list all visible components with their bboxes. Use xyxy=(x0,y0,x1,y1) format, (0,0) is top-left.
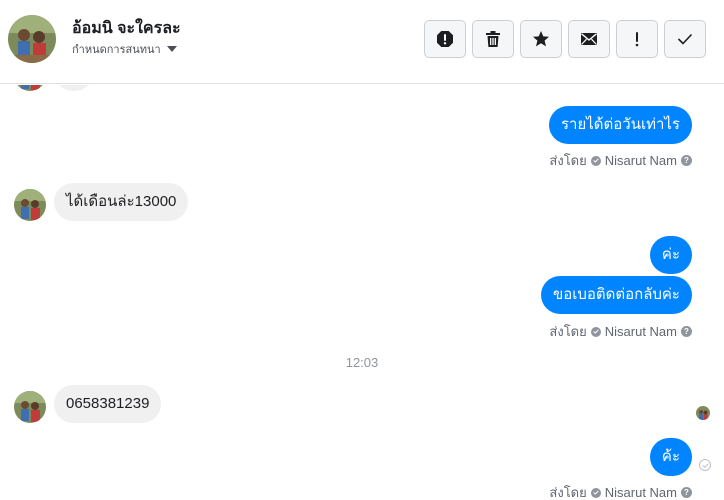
verified-check-icon xyxy=(590,155,601,166)
conversation-options-label: กำหนดการสนทนา xyxy=(72,44,161,56)
message-bubble-incoming-partial[interactable] xyxy=(54,85,94,91)
message-bubble-outgoing[interactable]: ขอเบอติดต่อกลับค่ะ xyxy=(540,276,692,314)
sent-by-prefix: ส่งโดย xyxy=(549,324,587,339)
message-bubble-outgoing[interactable]: ค่ะ xyxy=(649,236,692,274)
sent-status-icon xyxy=(699,459,711,471)
message-thread[interactable]: รายได้ต่อวันเท่าไร ส่งโดย Nisarut Nam ? … xyxy=(0,85,724,500)
help-icon[interactable]: ? xyxy=(681,155,692,166)
sent-by-label: ส่งโดย Nisarut Nam ? xyxy=(549,150,692,171)
sent-by-prefix: ส่งโดย xyxy=(549,485,587,500)
contact-photo xyxy=(8,15,56,63)
delete-button[interactable] xyxy=(472,20,514,58)
message-bubble-incoming[interactable]: ได้เดือนล่ะ13000 xyxy=(54,183,189,221)
message-bubble-outgoing[interactable]: รายได้ต่อวันเท่าไร xyxy=(548,106,692,144)
mark-done-button[interactable] xyxy=(664,20,706,58)
message-bubble-incoming[interactable]: 0658381239 xyxy=(54,385,162,423)
mark-unread-button[interactable] xyxy=(568,20,610,58)
header-action-toolbar xyxy=(424,20,706,58)
exclamation-circle-icon xyxy=(437,31,453,47)
message-bubble-outgoing[interactable]: ค้ะ xyxy=(649,438,692,476)
timestamp-divider: 12:03 xyxy=(345,355,379,370)
sender-name-link[interactable]: Nisarut Nam xyxy=(605,153,677,168)
sent-by-label: ส่งโดย Nisarut Nam ? xyxy=(549,321,692,342)
envelope-icon xyxy=(581,33,597,45)
verified-check-icon xyxy=(590,487,601,498)
exclamation-icon xyxy=(635,32,639,47)
conversation-options-dropdown[interactable]: กำหนดการสนทนา xyxy=(72,40,177,58)
verified-check-icon xyxy=(590,326,601,337)
sent-by-prefix: ส่งโดย xyxy=(549,153,587,168)
contact-name[interactable]: อ้อมนิ จะใครละ xyxy=(72,16,181,41)
sent-by-label: ส่งโดย Nisarut Nam ? xyxy=(549,482,692,500)
help-icon[interactable]: ? xyxy=(681,487,692,498)
contact-photo xyxy=(14,85,46,91)
sender-name-link[interactable]: Nisarut Nam xyxy=(605,324,677,339)
star-button[interactable] xyxy=(520,20,562,58)
caret-down-icon xyxy=(166,46,177,52)
star-icon xyxy=(533,31,549,47)
seen-receipt-avatar xyxy=(696,406,710,420)
report-button[interactable] xyxy=(424,20,466,58)
conversation-header: อ้อมนิ จะใครละ กำหนดการสนทนา xyxy=(0,0,724,84)
checkmark-icon xyxy=(677,33,693,45)
contact-avatar-small xyxy=(14,189,46,221)
contact-avatar[interactable] xyxy=(8,15,56,63)
contact-avatar-small xyxy=(14,85,46,91)
contact-photo xyxy=(14,189,46,221)
contact-avatar-small xyxy=(14,391,46,423)
contact-photo xyxy=(696,406,710,420)
trash-icon xyxy=(486,31,500,47)
contact-photo xyxy=(14,391,46,423)
help-icon[interactable]: ? xyxy=(681,326,692,337)
sender-name-link[interactable]: Nisarut Nam xyxy=(605,485,677,500)
flag-button[interactable] xyxy=(616,20,658,58)
